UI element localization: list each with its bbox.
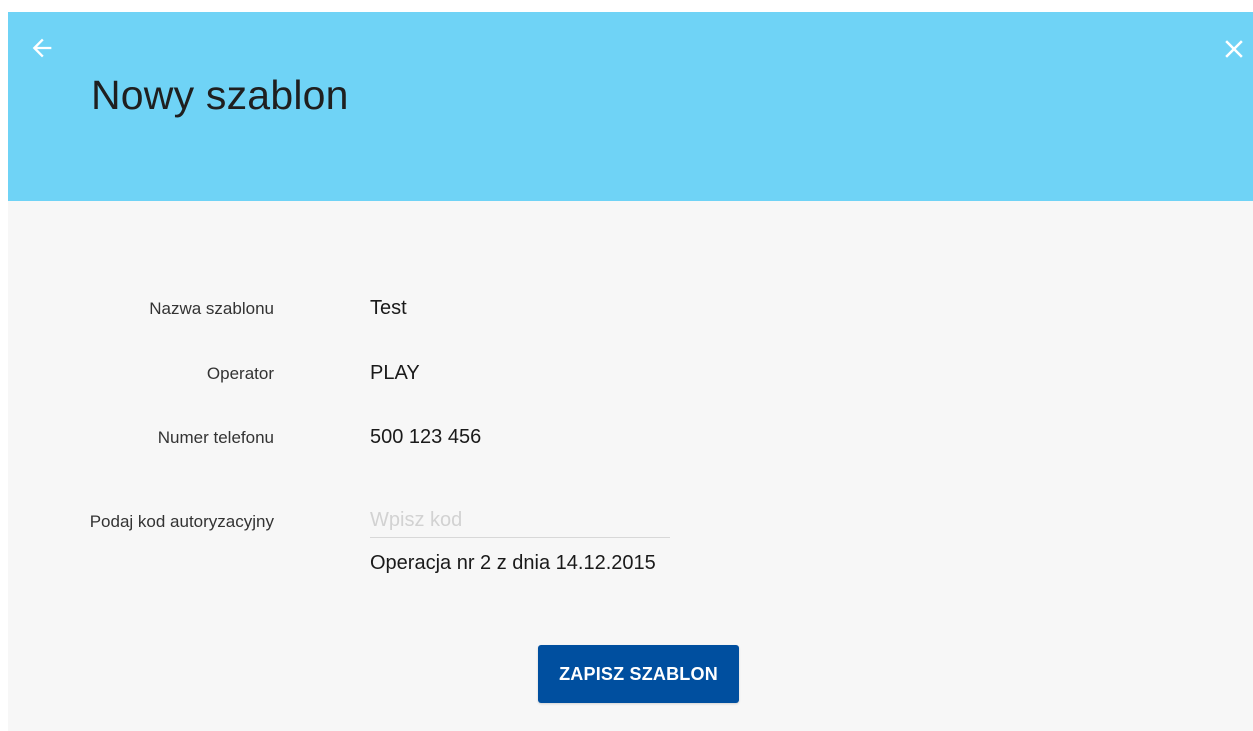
arrow-left-icon[interactable] [28, 34, 56, 62]
template-name-value: Test [370, 297, 407, 319]
phone-number-label: Numer telefonu [157, 428, 274, 447]
save-template-button[interactable]: ZAPISZ SZABLON [538, 645, 739, 703]
template-form: Nazwa szablonu Test Operator PLAY Numer … [8, 201, 1253, 731]
dialog-panel: Nowy szablon Nazwa szablonu Test Operato… [8, 12, 1253, 731]
page-title: Nowy szablon [91, 72, 349, 118]
operator-value: PLAY [370, 362, 420, 384]
dialog-header: Nowy szablon [8, 12, 1253, 201]
auth-code-input[interactable] [370, 503, 670, 538]
close-icon[interactable] [1219, 34, 1249, 64]
template-name-label: Nazwa szablonu [149, 299, 274, 318]
auth-code-label: Podaj kod autoryzacyjny [89, 512, 274, 531]
operator-label: Operator [206, 364, 274, 383]
phone-number-value: 500 123 456 [370, 426, 482, 448]
operation-info: Operacja nr 2 z dnia 14.12.2015 [370, 552, 656, 574]
